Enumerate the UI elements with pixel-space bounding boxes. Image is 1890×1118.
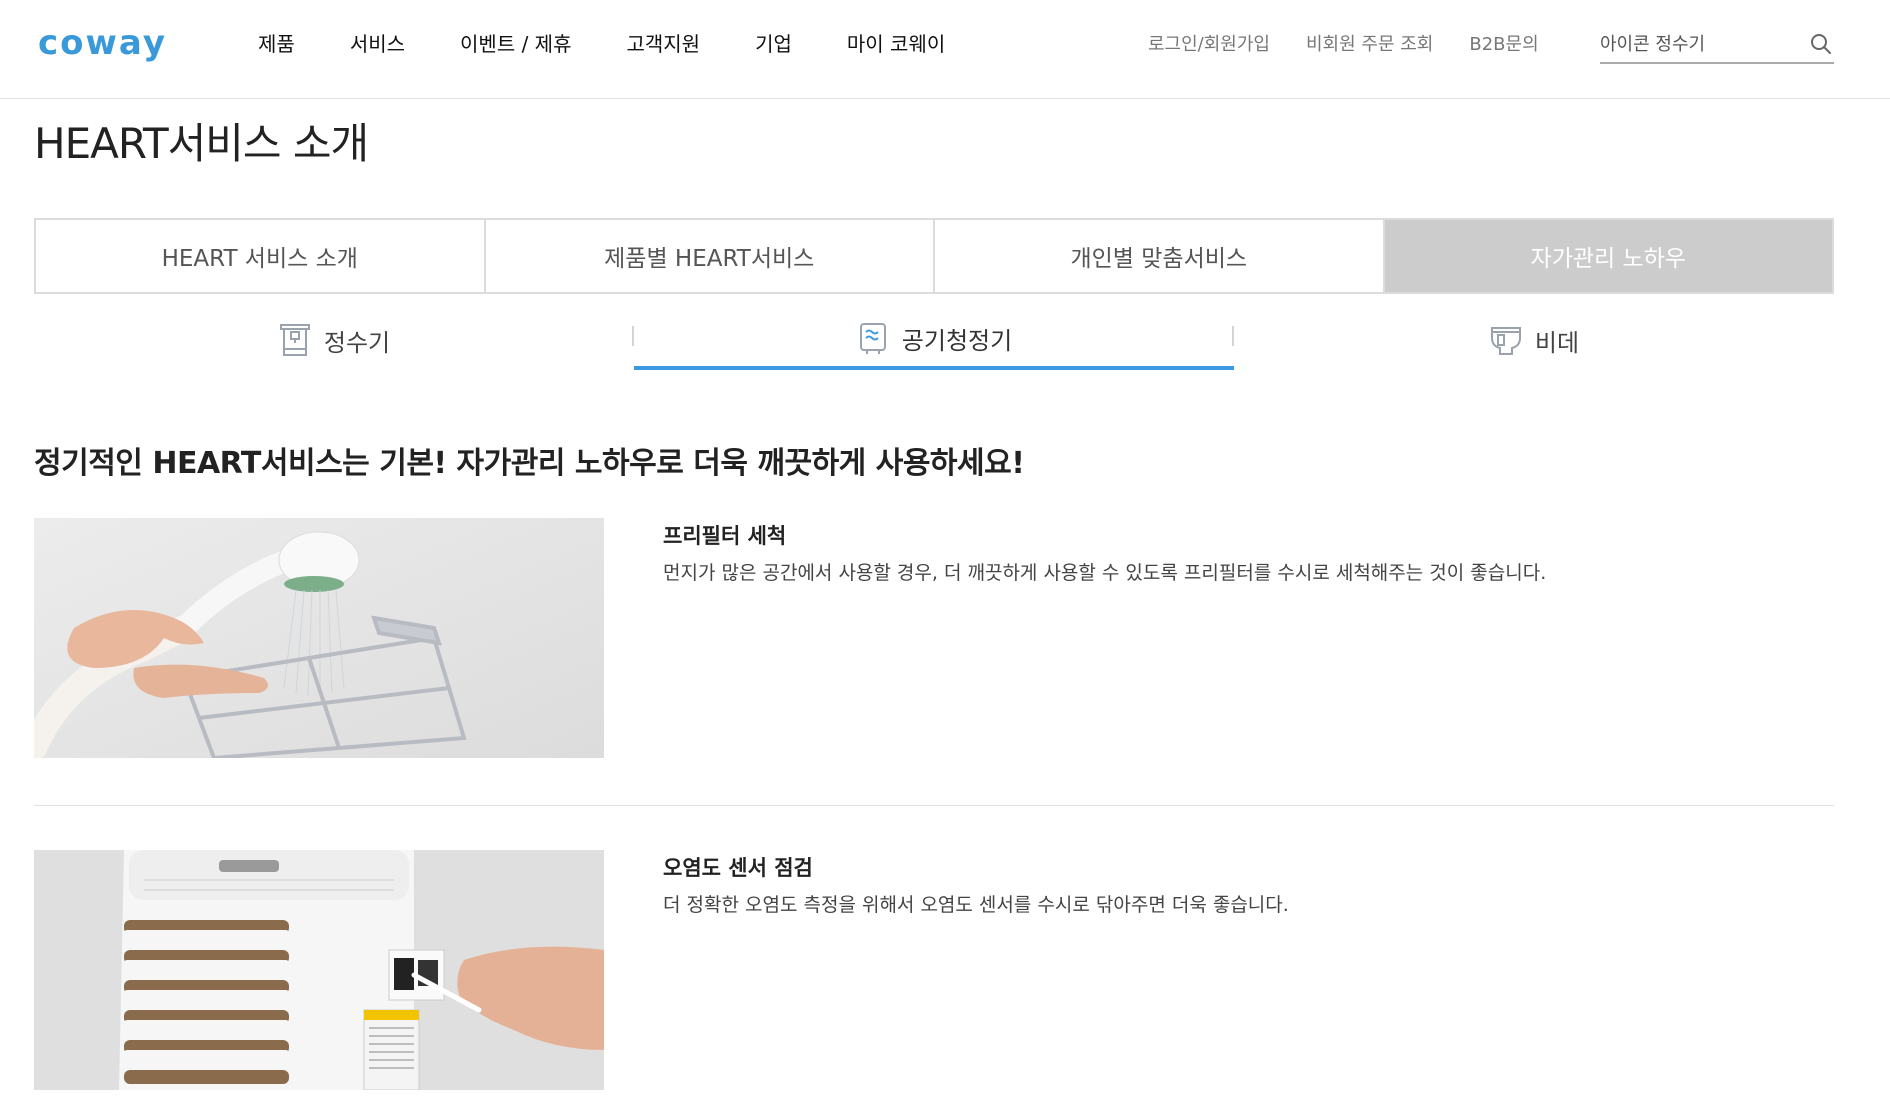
login-link[interactable]: 로그인/회원가입: [1148, 31, 1270, 59]
sub-tab-water-purifier[interactable]: 정수기: [34, 310, 634, 370]
item-description: 먼지가 많은 공간에서 사용할 경우, 더 깨끗하게 사용할 수 있도록 프리필…: [663, 562, 1547, 584]
logo-text[interactable]: coway: [38, 23, 167, 63]
self-care-item: 프리필터 세척 먼지가 많은 공간에서 사용할 경우, 더 깨끗하게 사용할 수…: [34, 518, 1834, 760]
util-nav: 로그인/회원가입 비회원 주문 조회 B2B문의: [1148, 31, 1575, 59]
search-input[interactable]: [1600, 26, 1800, 62]
guest-order-link[interactable]: 비회원 주문 조회: [1306, 31, 1433, 59]
coway-logo[interactable]: coway: [38, 22, 167, 64]
nav-item-events[interactable]: 이벤트 / 제휴: [460, 29, 571, 59]
self-care-item: 오염도 센서 점검 더 정확한 오염도 측정을 위해서 오염도 센서를 수시로 …: [34, 850, 1834, 1092]
sub-tab-label: 공기청정기: [901, 326, 1013, 355]
sub-tab-divider: [1232, 326, 1234, 346]
tab-self-care-knowhow[interactable]: 자가관리 노하우: [1384, 220, 1832, 292]
sub-tab-label: 비데: [1534, 328, 1580, 357]
nav-item-service[interactable]: 서비스: [350, 29, 405, 59]
sub-tab-label: 정수기: [323, 328, 391, 357]
tab-personal-custom-service[interactable]: 개인별 맞춤서비스: [935, 220, 1385, 292]
tab-heart-service-intro[interactable]: HEART 서비스 소개: [36, 220, 486, 292]
nav-item-my-coway[interactable]: 마이 코웨이: [847, 29, 945, 59]
b2b-inquiry-link[interactable]: B2B문의: [1469, 31, 1538, 59]
tab-heart-service-by-product[interactable]: 제품별 HEART서비스: [486, 220, 935, 292]
sub-tabs: 정수기 공기청정기 비데: [34, 310, 1834, 370]
search-icon[interactable]: [1810, 33, 1832, 55]
page-title: HEART서비스 소개: [34, 119, 369, 168]
nav-item-company[interactable]: 기업: [755, 29, 792, 59]
pollution-sensor-cleaning-photo: [34, 850, 604, 1090]
section-divider: [34, 805, 1834, 806]
pre-filter-washing-illustration: [34, 518, 604, 758]
sub-tab-bidet[interactable]: 비데: [1234, 310, 1834, 370]
item-description: 더 정확한 오염도 측정을 위해서 오염도 센서를 수시로 닦아주면 더욱 좋습…: [663, 894, 1289, 916]
site-header: coway 제품 서비스 이벤트 / 제휴 고객지원 기업 마이 코웨이 로그인…: [0, 0, 1890, 99]
sub-tab-air-purifier[interactable]: 공기청정기: [634, 310, 1234, 370]
nav-item-products[interactable]: 제품: [258, 29, 295, 59]
pollution-sensor-cleaning-illustration: [34, 850, 604, 1090]
sub-tab-divider: [632, 326, 634, 346]
main-tabs: HEART 서비스 소개 제품별 HEART서비스 개인별 맞춤서비스 자가관리…: [34, 218, 1834, 294]
nav-item-support[interactable]: 고객지원: [626, 29, 700, 59]
item-title: 오염도 센서 점검: [663, 856, 813, 880]
pre-filter-washing-photo: [34, 518, 604, 758]
water-purifier-icon: [279, 324, 310, 356]
item-title: 프리필터 세척: [663, 524, 787, 548]
search-box: [1600, 26, 1834, 64]
intro-text: 정기적인 HEART서비스는 기본! 자가관리 노하우로 더욱 깨끗하게 사용하…: [34, 446, 1025, 481]
global-nav: 제품 서비스 이벤트 / 제휴 고객지원 기업 마이 코웨이: [258, 29, 1000, 59]
bidet-icon: [1490, 327, 1521, 355]
air-purifier-icon: [859, 323, 886, 354]
